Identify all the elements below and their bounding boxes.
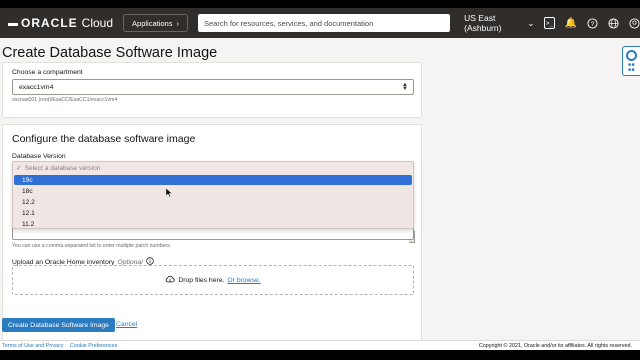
logo-product: Cloud xyxy=(81,16,114,30)
version-option-12-1[interactable]: 12.1 xyxy=(14,208,412,218)
chevron-down-icon: ⌄ xyxy=(527,17,535,28)
dropdown-placeholder-option[interactable]: ✓ Select a database version xyxy=(13,162,413,174)
browse-link[interactable]: Or browse. xyxy=(227,277,260,284)
help-question-icon[interactable]: ? xyxy=(587,17,598,29)
lifebuoy-icon xyxy=(626,49,637,61)
top-navigation-bar: ▬ ORACLE Cloud Applications › Search for… xyxy=(0,8,640,38)
configure-image-panel: Configure the database software image Da… xyxy=(2,124,422,346)
compartment-label: Choose a compartment xyxy=(12,69,83,76)
copyright-text: Copyright © 2021, Oracle and/or its affi… xyxy=(478,343,632,349)
search-input[interactable]: Search for resources, services, and docu… xyxy=(197,14,451,32)
version-option-11-2[interactable]: 11.2 xyxy=(14,219,412,229)
applications-label: Applications xyxy=(132,18,173,28)
cancel-link[interactable]: Cancel xyxy=(116,321,137,328)
version-option-18c[interactable]: 18c xyxy=(14,186,412,196)
cookie-preferences-link[interactable]: Cookie Preferences xyxy=(70,343,117,349)
oracle-logo-icon: ▬ xyxy=(8,17,18,29)
svg-text:?: ? xyxy=(591,20,595,27)
mouse-cursor-icon xyxy=(165,184,173,202)
cloud-shell-icon[interactable]: >_ xyxy=(544,17,555,29)
compartment-panel: Choose a compartment exacc1vm4 ▲ ▼ oscnas… xyxy=(2,62,422,118)
user-profile-icon[interactable] xyxy=(629,17,640,29)
grid-dots-icon: ■■ ■■ xyxy=(627,61,636,73)
compartment-path: oscnas001 (root)/ExaCC/ExaCC1/exacc1vm4 xyxy=(12,97,118,103)
page-footer: Terms of Use and Privacy Cookie Preferen… xyxy=(0,340,640,350)
compartment-select[interactable]: exacc1vm4 ▲ ▼ xyxy=(12,79,414,95)
version-option-19c[interactable]: 19c xyxy=(14,175,412,185)
version-option-12-2[interactable]: 12.2 xyxy=(14,197,412,207)
section-title: Configure the database software image xyxy=(12,133,196,145)
oracle-cloud-logo[interactable]: ▬ ORACLE Cloud xyxy=(8,16,113,30)
create-image-button[interactable]: Create Database Software Image xyxy=(2,318,115,332)
globe-icon[interactable] xyxy=(608,17,619,29)
logo-word: ORACLE xyxy=(21,16,78,30)
search-placeholder: Search for resources, services, and docu… xyxy=(203,18,374,28)
drop-text: Drop files here. xyxy=(178,276,225,284)
patch-hint: You can use a comma-separated list to en… xyxy=(12,243,172,249)
page-title: Create Database Software Image xyxy=(2,45,218,61)
chevron-right-icon: › xyxy=(176,18,179,28)
file-drop-zone[interactable]: Drop files here. Or browse. xyxy=(12,265,414,295)
region-label: US East (Ashburn) xyxy=(464,13,502,33)
notifications-bell-icon[interactable]: 🔔 xyxy=(565,17,577,29)
compartment-value: exacc1vm4 xyxy=(19,83,54,91)
database-version-label: Database Version xyxy=(12,153,66,160)
cloud-upload-icon xyxy=(165,275,175,285)
placeholder-option-label: Select a database version xyxy=(24,164,101,172)
region-selector[interactable]: US East (Ashburn) ⌄ xyxy=(464,13,534,33)
checkmark-icon: ✓ xyxy=(16,165,22,172)
terms-link[interactable]: Terms of Use and Privacy xyxy=(2,343,63,349)
help-widget-button[interactable]: ■■ ■■ xyxy=(622,46,640,76)
database-version-dropdown[interactable]: ✓ Select a database version 19c 18c 12.2… xyxy=(12,161,414,229)
page-content: Create Database Software Image ■■ ■■ Choo… xyxy=(0,38,640,350)
applications-button[interactable]: Applications › xyxy=(123,14,188,32)
select-arrows-icon: ▲ ▼ xyxy=(402,82,408,92)
